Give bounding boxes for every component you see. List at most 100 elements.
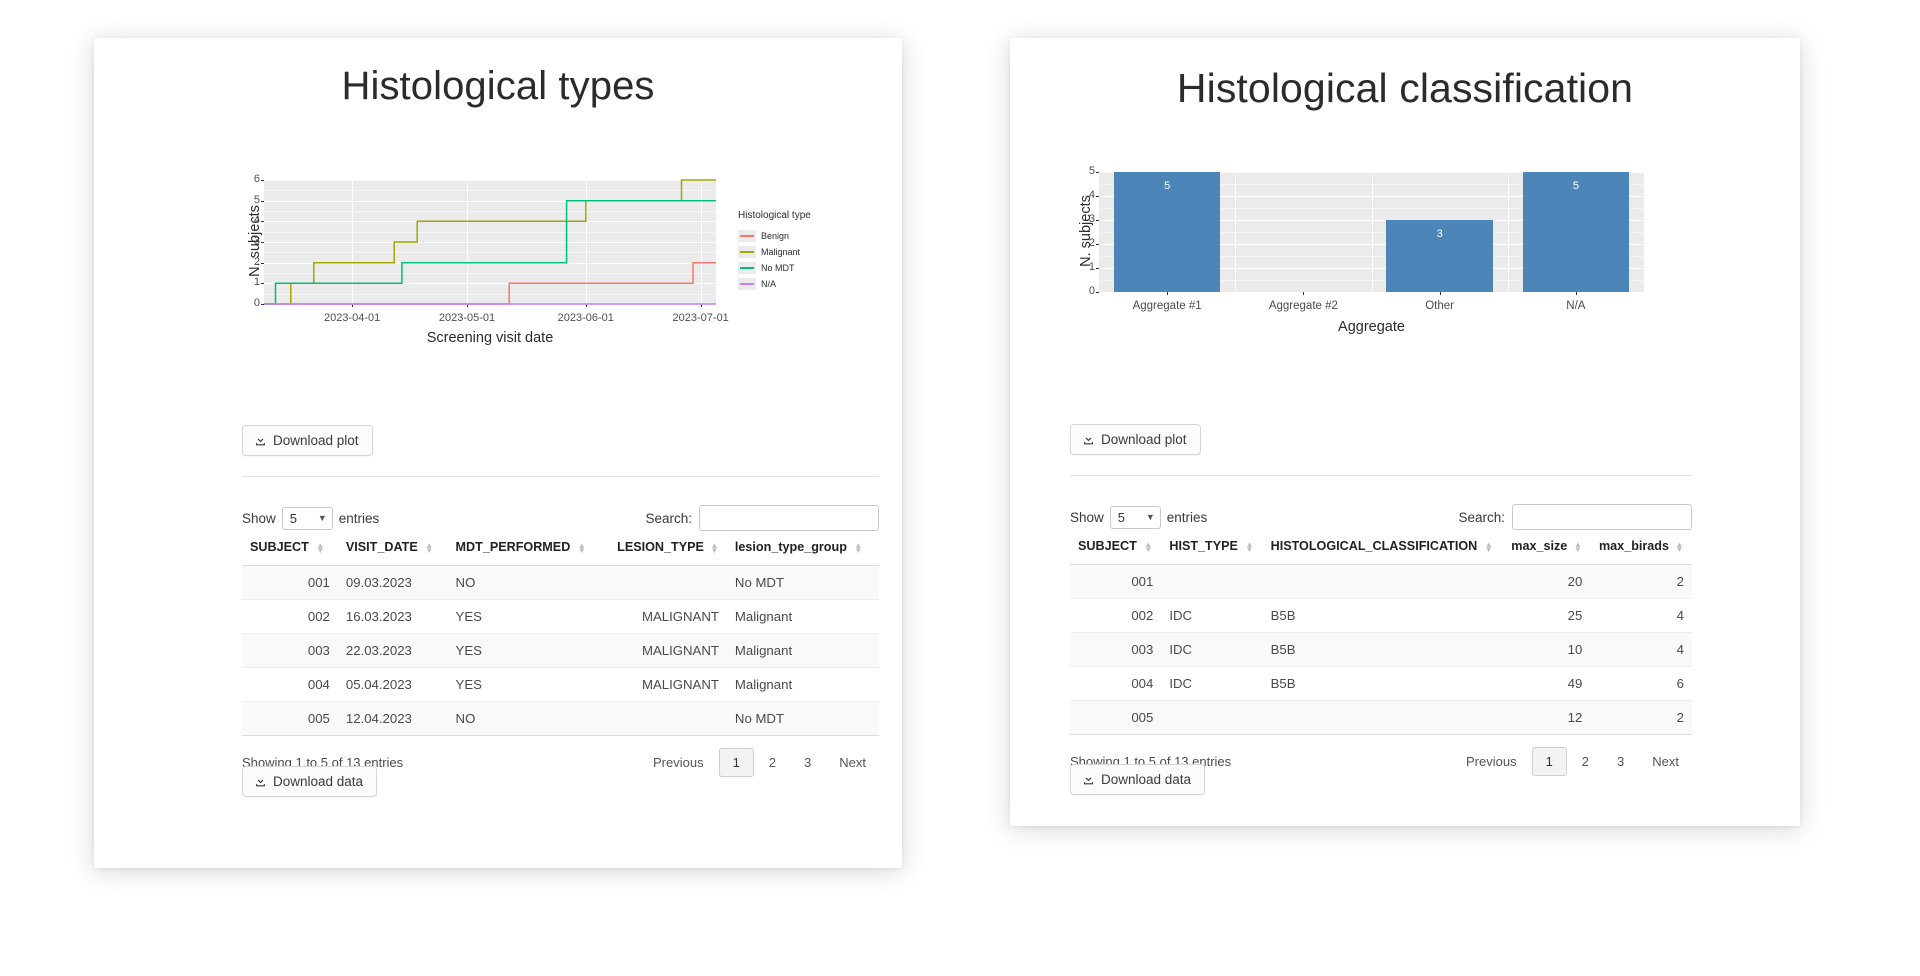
table-row[interactable]: 001 20 2: [1070, 564, 1692, 599]
table-row[interactable]: 002 16.03.2023 YES MALIGNANT Malignant: [242, 599, 879, 634]
x-tick-mark: [1439, 292, 1441, 295]
column-header[interactable]: SUBJECT ▲ ▼: [1070, 530, 1162, 565]
y-tick-mark: [1096, 268, 1099, 269]
table-row[interactable]: 005 12.04.2023 NO No MDT: [242, 701, 879, 736]
table-cell: 004: [1070, 666, 1162, 701]
app-root: Histological types 0 1 2 3 4 5 6 2023-04-01 2023…: [0, 0, 1920, 976]
x-tick-mark: [1575, 292, 1577, 295]
sort-icon: ▲ ▼: [854, 540, 863, 555]
page-length-control-right: Show 5102550100 ▼ entries: [1070, 505, 1207, 529]
download-plot-button-right[interactable]: Download plot: [1070, 424, 1201, 455]
pagination-page-1[interactable]: 1: [718, 748, 754, 777]
pagination-page-3[interactable]: 3: [1604, 747, 1637, 776]
table-cell: B5B: [1262, 632, 1503, 667]
column-header[interactable]: HISTOLOGICAL_CLASSIFICATION ▲ ▼: [1262, 530, 1503, 565]
histological-types-chart: 0 1 2 3 4 5 6 2023-04-01 2023-05-01 2023-06-01 202…: [234, 173, 811, 346]
table-row[interactable]: 003 IDC B5B 10 4: [1070, 632, 1692, 667]
table-cell: 003: [242, 633, 338, 668]
table-cell: No MDT: [726, 565, 879, 600]
show-label: Show: [242, 510, 276, 526]
show-label: Show: [1070, 509, 1104, 525]
y-tick-label: 0: [1088, 285, 1095, 297]
gridline-y: [1099, 292, 1644, 293]
search-input-right[interactable]: [1512, 504, 1692, 530]
pagination-page-3[interactable]: 3: [791, 748, 824, 777]
column-label: max_size: [1511, 539, 1568, 553]
y-axis-title: N. subjects: [1078, 195, 1094, 267]
bar-value-label: 5: [1164, 180, 1171, 192]
sort-icon: ▲ ▼: [1675, 539, 1684, 554]
column-header[interactable]: LESION_TYPE ▲ ▼: [602, 531, 727, 566]
table-cell: 004: [242, 667, 338, 702]
table-cell: 10: [1502, 632, 1591, 667]
histological-classification-panel: Histological classification 5 Aggregate #…: [1010, 38, 1800, 826]
legend-line-swatch: [740, 283, 754, 285]
table-cell: IDC: [1161, 598, 1263, 633]
column-header[interactable]: max_birads ▲ ▼: [1590, 530, 1692, 565]
gridline-x: [1371, 172, 1373, 292]
download-data-button-left[interactable]: Download data: [242, 766, 378, 797]
table-cell: [1262, 564, 1503, 599]
column-label: SUBJECT: [1078, 539, 1137, 553]
search-control-left: Search:: [645, 505, 879, 531]
y-tick-mark: [1096, 196, 1099, 197]
pagination-next[interactable]: Next: [826, 748, 879, 777]
column-header[interactable]: VISIT_DATE ▲ ▼: [337, 531, 448, 566]
table-cell: 16.03.2023: [337, 599, 448, 634]
column-header[interactable]: lesion_type_group ▲ ▼: [726, 531, 879, 566]
legend-label: No MDT: [761, 263, 795, 273]
table-head-left: SUBJECT ▲ ▼ VISIT_DATE ▲ ▼ MDT_PERFORMED ▲ ▼ LESI…: [242, 531, 879, 566]
download-icon: [1082, 433, 1095, 446]
series-line-malignant: [264, 179, 716, 305]
table-header-row: SUBJECT ▲ ▼ HIST_TYPE ▲ ▼ HISTOLOGICAL_CLASSIF…: [1070, 530, 1692, 565]
legend-label: Malignant: [761, 247, 801, 257]
table-cell: 05.04.2023: [337, 667, 448, 702]
x-tick-mark: [1167, 292, 1169, 295]
table-row[interactable]: 001 09.03.2023 NO No MDT: [242, 565, 879, 600]
table-cell: B5B: [1262, 598, 1503, 633]
table-cell: 2: [1590, 700, 1692, 735]
histological-classification-chart: 5 Aggregate #1 Aggregate #2 3 Other 5 N/A 0 1 2 3 4…: [1065, 165, 1745, 348]
table-row[interactable]: 002 IDC B5B 25 4: [1070, 598, 1692, 633]
column-header[interactable]: MDT_PERFORMED ▲ ▼: [447, 531, 603, 566]
search-label: Search:: [645, 510, 692, 526]
column-header[interactable]: max_size ▲ ▼: [1502, 530, 1591, 565]
table-cell: 09.03.2023: [337, 565, 448, 600]
x-axis-title: Aggregate: [1338, 319, 1405, 335]
column-header[interactable]: HIST_TYPE ▲ ▼: [1161, 530, 1263, 565]
table-cell: 6: [1590, 666, 1692, 701]
pagination-right: Previous 1 2 3 Next: [1453, 747, 1692, 776]
legend-title: Histological type: [738, 210, 811, 221]
download-plot-button-left[interactable]: Download plot: [242, 425, 373, 456]
column-label: SUBJECT: [250, 540, 309, 554]
section-divider-left: [242, 476, 879, 477]
bar-value-label: 3: [1436, 228, 1443, 240]
table-row[interactable]: 004 IDC B5B 49 6: [1070, 666, 1692, 701]
pagination-page-1[interactable]: 1: [1531, 747, 1567, 776]
table-cell: 4: [1590, 632, 1692, 667]
legend-item-no-mdt: No MDT: [738, 262, 795, 274]
table-head-right: SUBJECT ▲ ▼ HIST_TYPE ▲ ▼ HISTOLOGICAL_CLASSIF…: [1070, 530, 1692, 565]
pagination-next[interactable]: Next: [1639, 747, 1692, 776]
table-row[interactable]: 005 12 2: [1070, 700, 1692, 735]
table-cell: YES: [447, 667, 603, 702]
column-header[interactable]: SUBJECT ▲ ▼: [242, 531, 338, 566]
pagination-previous[interactable]: Previous: [640, 748, 717, 777]
x-tick-label: N/A: [1566, 300, 1586, 312]
table-row[interactable]: 004 05.04.2023 YES MALIGNANT Malignant: [242, 667, 879, 702]
pagination-previous[interactable]: Previous: [1453, 747, 1530, 776]
search-input-left[interactable]: [699, 505, 879, 531]
table-cell: 22.03.2023: [337, 633, 448, 668]
section-divider-right: [1070, 475, 1692, 476]
page-length-select-right[interactable]: 5102550100: [1109, 505, 1161, 529]
table-row[interactable]: 003 22.03.2023 YES MALIGNANT Malignant: [242, 633, 879, 668]
table-cell: NO: [447, 565, 603, 600]
pagination-page-2[interactable]: 2: [756, 748, 789, 777]
page-title-left: Histological types: [341, 64, 655, 108]
page-length-select-left[interactable]: 5102550100: [281, 506, 333, 530]
table-cell: 4: [1590, 598, 1692, 633]
download-data-button-right[interactable]: Download data: [1070, 764, 1206, 795]
pagination-page-2[interactable]: 2: [1569, 747, 1602, 776]
sort-icon: ▲ ▼: [577, 540, 586, 555]
x-tick-mark: [1303, 292, 1305, 295]
